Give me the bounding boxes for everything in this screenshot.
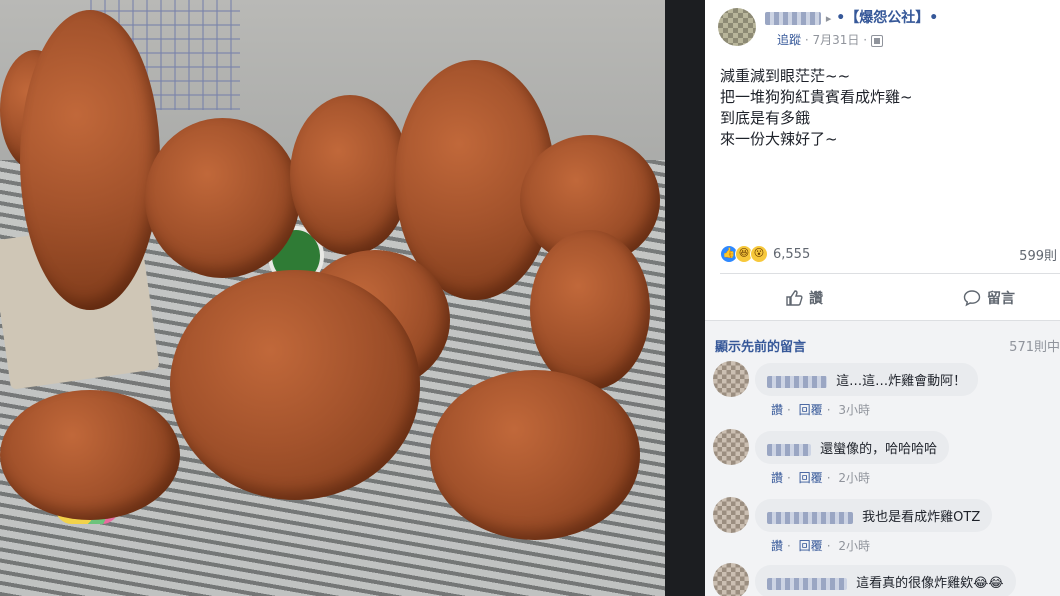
avatar[interactable] bbox=[718, 8, 756, 46]
post-actions: 讚 留言 bbox=[705, 282, 1060, 316]
comment-reply-link[interactable]: 回覆 bbox=[799, 539, 823, 553]
blurred-name bbox=[765, 11, 821, 25]
comment-bubble: 這看真的很像炸雞欸😂😂 bbox=[755, 565, 1016, 596]
meta-dot: · bbox=[863, 33, 871, 47]
comment-bubble: 還蠻像的，哈哈哈哈 bbox=[755, 431, 950, 464]
comment-like-link[interactable]: 讚 bbox=[771, 539, 783, 553]
comment-reply-link[interactable]: 回覆 bbox=[799, 403, 823, 417]
reaction-count: 6,555 bbox=[773, 246, 811, 262]
comment-reply-link[interactable]: 回覆 bbox=[799, 471, 823, 485]
comment-actions: 讚 · 回覆 · 2小時 bbox=[771, 471, 870, 485]
page-name[interactable]: •【爆怨公社】• bbox=[836, 10, 938, 26]
comment-text: 這…這…炸雞會動阿！ bbox=[836, 374, 967, 389]
puppy bbox=[20, 10, 160, 310]
post-meta: 追蹤 · 7月31日 · bbox=[777, 31, 883, 48]
post-text: 減重減到眼茫茫~~ 把一堆狗狗紅貴賓看成炸雞~ 到底是有多餓 來一份大辣好了~ bbox=[720, 66, 913, 150]
comment-actions: 讚 · 回覆 · 3小時 bbox=[771, 403, 870, 417]
comment-time[interactable]: 2小時 bbox=[838, 471, 870, 485]
comment-text: 這看真的很像炸雞欸😂😂 bbox=[856, 576, 1004, 591]
blurred-name[interactable] bbox=[767, 577, 847, 590]
public-icon bbox=[870, 34, 883, 47]
comments-section: 顯示先前的留言 571則中 這…這…炸雞會動阿！ 讚 · 回覆 · 3小時 還蠻像的… bbox=[705, 320, 1060, 596]
separator bbox=[720, 273, 1060, 274]
avatar[interactable] bbox=[713, 563, 749, 596]
post-panel: ▸ •【爆怨公社】• 追蹤 · 7月31日 · 減重減到眼茫茫~~ 把一堆狗狗紅… bbox=[705, 0, 1060, 596]
post-text-line: 到底是有多餓 bbox=[720, 109, 811, 127]
blurred-name[interactable] bbox=[767, 511, 853, 524]
comment-actions: 讚 · 回覆 · 2小時 bbox=[771, 539, 870, 553]
comment-count[interactable]: 599則 bbox=[1019, 245, 1057, 264]
divider bbox=[665, 0, 705, 596]
post-text-line: 把一堆狗狗紅貴賓看成炸雞~ bbox=[720, 88, 913, 106]
avatar[interactable] bbox=[713, 361, 749, 397]
post-text-line: 減重減到眼茫茫~~ bbox=[720, 67, 851, 85]
comment-label: 留言 bbox=[987, 291, 1015, 307]
avatar[interactable] bbox=[713, 429, 749, 465]
puppy bbox=[430, 370, 640, 540]
comment-like-link[interactable]: 讚 bbox=[771, 471, 783, 485]
comment-time[interactable]: 2小時 bbox=[838, 539, 870, 553]
follow-link[interactable]: 追蹤 bbox=[777, 33, 801, 47]
post-author[interactable]: ▸ •【爆怨公社】• bbox=[765, 7, 938, 27]
comment-bubble: 這…這…炸雞會動阿！ bbox=[755, 363, 979, 396]
post-date[interactable]: 7月31日 bbox=[812, 33, 859, 47]
puppy bbox=[145, 118, 300, 278]
post-photo[interactable] bbox=[0, 0, 665, 596]
post-text-line: 來一份大辣好了~ bbox=[720, 130, 838, 148]
like-label: 讚 bbox=[809, 291, 823, 307]
comments-shown-count: 571則中 bbox=[1009, 340, 1060, 355]
avatar[interactable] bbox=[713, 497, 749, 533]
view-previous-comments[interactable]: 顯示先前的留言 bbox=[715, 336, 806, 355]
comment-button[interactable]: 留言 bbox=[963, 288, 1015, 308]
puppy bbox=[170, 270, 420, 500]
comment-bubble: 我也是看成炸雞OTZ bbox=[755, 499, 993, 532]
blurred-name[interactable] bbox=[767, 443, 811, 456]
wow-reaction-icon: 😮 bbox=[750, 245, 768, 263]
comment-text: 還蠻像的，哈哈哈哈 bbox=[820, 442, 938, 457]
comment-time[interactable]: 3小時 bbox=[838, 403, 870, 417]
thumbs-up-icon bbox=[786, 290, 803, 306]
comment-icon bbox=[963, 290, 981, 307]
puppy bbox=[0, 390, 180, 520]
puppy bbox=[530, 230, 650, 390]
like-button[interactable]: 讚 bbox=[785, 288, 823, 308]
comment-like-link[interactable]: 讚 bbox=[771, 403, 783, 417]
blurred-name[interactable] bbox=[767, 375, 827, 388]
puppy bbox=[290, 95, 410, 255]
comment-text: 我也是看成炸雞OTZ bbox=[862, 510, 981, 525]
reactions-summary[interactable]: 👍 😆 😮 6,555 bbox=[720, 245, 810, 263]
caret-right-icon: ▸ bbox=[825, 12, 832, 25]
